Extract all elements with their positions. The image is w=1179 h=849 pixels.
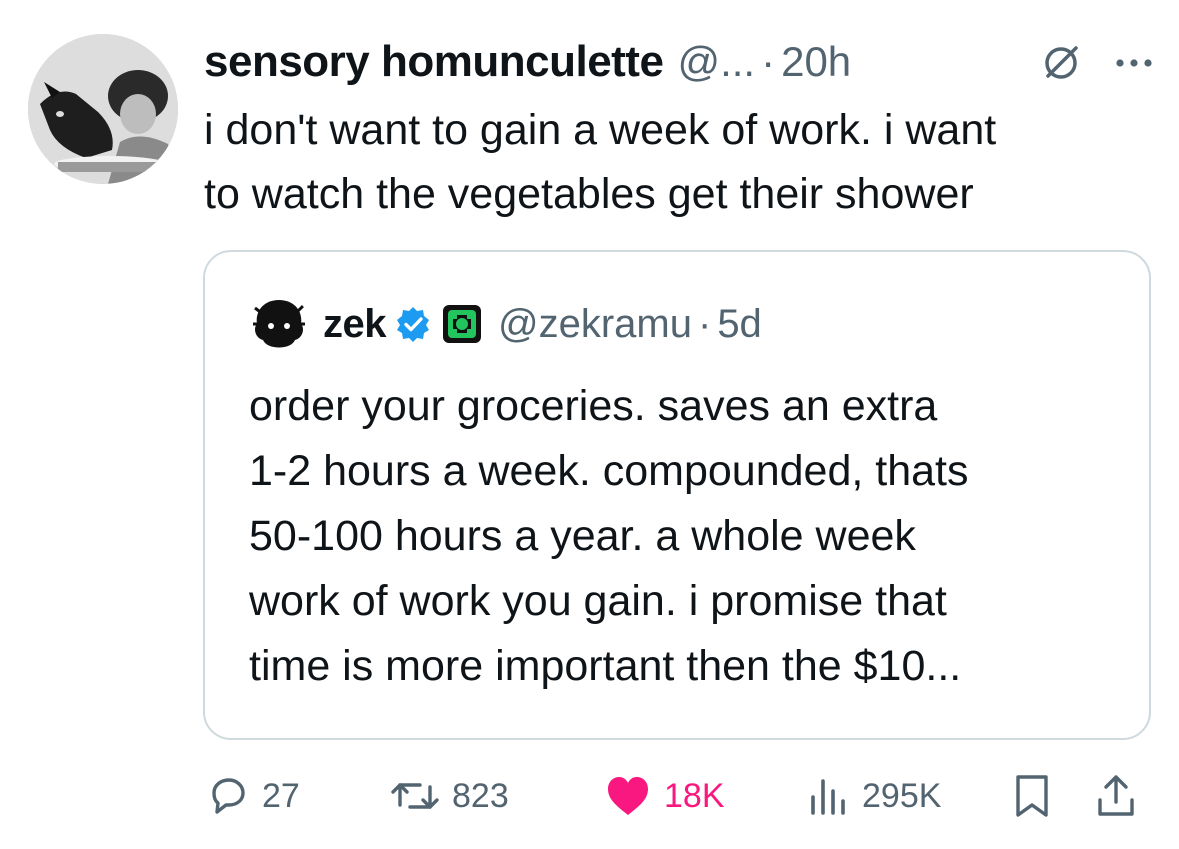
separator-dot: · [697,301,712,346]
author-avatar[interactable] [28,34,178,184]
tweet-header: sensory homunculette @... · 20h [204,34,1154,90]
quoted-author-handle[interactable]: @zekramu [498,302,692,347]
quoted-tweet-card[interactable]: zek @zekramu · 5d order your groceries. … [203,250,1151,740]
no-replies-icon[interactable] [1038,40,1084,86]
verified-badge-icon [394,305,432,343]
views-icon [811,779,845,815]
like-count: 18K [664,776,725,815]
repost-button[interactable]: 823 [390,766,509,826]
tweet-timestamp[interactable]: 20h [781,38,851,86]
like-button[interactable]: 18K [604,766,725,826]
share-icon [1098,775,1134,816]
author-avatar-image [28,34,178,184]
quoted-avatar-image [249,294,309,354]
separator-dot: · [761,38,776,85]
author-handle[interactable]: @... [677,38,755,86]
quoted-tweet-timestamp[interactable]: 5d [717,302,762,347]
reply-button[interactable]: 27 [204,766,300,826]
quoted-tweet-header: zek @zekramu · 5d [249,294,762,354]
reply-icon [212,778,245,814]
bookmark-button[interactable] [1010,766,1054,826]
quoted-author-avatar[interactable] [249,294,309,354]
quoted-tweet-text: order your groceries. saves an extra 1-2… [249,382,969,690]
bookmark-icon [1016,775,1048,817]
repost-icon [391,783,439,809]
reply-count: 27 [262,776,300,815]
tweet-text: i don't want to gain a week of work. i w… [204,106,997,218]
share-button[interactable] [1094,766,1138,826]
repost-count: 823 [452,776,509,815]
like-icon [608,777,648,815]
more-icon[interactable] [1114,56,1154,70]
tweet-action-bar: 27 823 18K 295K [204,766,1154,826]
views-count: 295K [862,776,942,815]
affiliation-badge-icon[interactable] [442,304,482,344]
views-button[interactable]: 295K [804,766,941,826]
author-display-name[interactable]: sensory homunculette [204,37,664,87]
quoted-author-display-name[interactable]: zek [323,302,387,347]
